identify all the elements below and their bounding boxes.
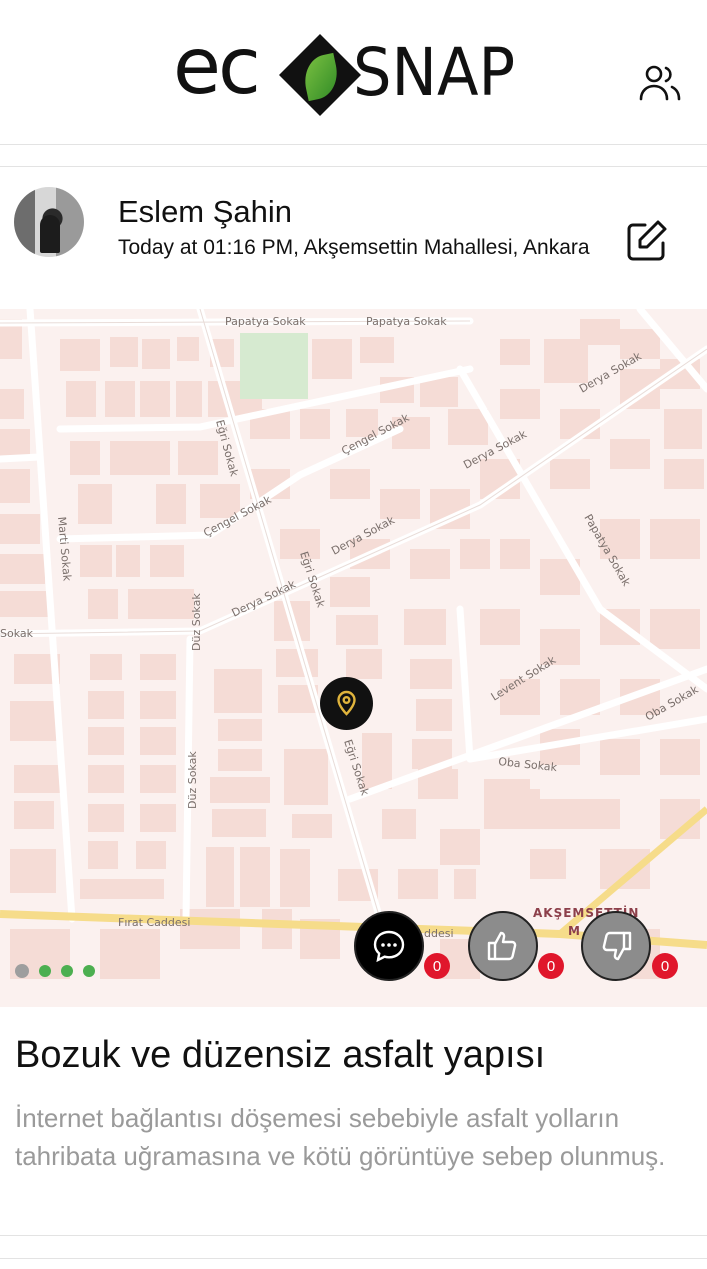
street-label: Papatya Sokak bbox=[225, 315, 306, 328]
edit-icon[interactable] bbox=[625, 219, 669, 263]
location-pin-icon bbox=[337, 690, 356, 716]
street-label: Papatya Sokak bbox=[366, 315, 447, 328]
comment-count-badge: 0 bbox=[424, 953, 450, 979]
street-label: Sokak bbox=[0, 627, 34, 640]
post-title: Bozuk ve düzensiz asfalt yapısı bbox=[15, 1034, 546, 1076]
carousel-dots bbox=[15, 964, 95, 980]
street-label: ddesi bbox=[424, 927, 454, 940]
street-label: Fırat Caddesi bbox=[118, 916, 190, 929]
app-header: ec SNAP bbox=[0, 0, 707, 145]
street-label: Düz Sokak bbox=[190, 593, 203, 651]
like-button[interactable] bbox=[468, 911, 538, 981]
like-count-badge: 0 bbox=[538, 953, 564, 979]
district-label: M bbox=[568, 924, 581, 938]
avatar[interactable] bbox=[14, 187, 84, 257]
ecosnap-logo: ec SNAP bbox=[173, 28, 523, 126]
divider bbox=[0, 166, 707, 167]
dislike-count-badge: 0 bbox=[652, 953, 678, 979]
street-label: Düz Sokak bbox=[186, 751, 199, 809]
dislike-button[interactable] bbox=[581, 911, 651, 981]
author-name[interactable]: Eslem Şahin bbox=[118, 194, 292, 230]
comment-button[interactable] bbox=[354, 911, 424, 981]
carousel-dot[interactable] bbox=[39, 965, 51, 977]
carousel-dot[interactable] bbox=[61, 965, 73, 977]
post-meta: Today at 01:16 PM, Akşemsettin Mahallesi… bbox=[118, 236, 590, 259]
carousel-dot[interactable] bbox=[83, 965, 95, 977]
location-pin[interactable] bbox=[320, 677, 373, 730]
post-description: İnternet bağlantısı döşemesi sebebiyle a… bbox=[15, 1103, 666, 1171]
thumbs-up-icon bbox=[487, 931, 517, 961]
divider bbox=[0, 1235, 707, 1236]
carousel-dot[interactable] bbox=[15, 964, 29, 978]
thumbs-down-icon bbox=[602, 931, 632, 961]
map-view[interactable]: Papatya Sokak Papatya Sokak Derya Sokak … bbox=[0, 309, 707, 1007]
divider bbox=[0, 1258, 707, 1259]
users-icon[interactable] bbox=[637, 63, 683, 103]
comment-icon bbox=[373, 930, 405, 963]
post-header: Eslem Şahin Today at 01:16 PM, Akşemsett… bbox=[0, 168, 707, 309]
